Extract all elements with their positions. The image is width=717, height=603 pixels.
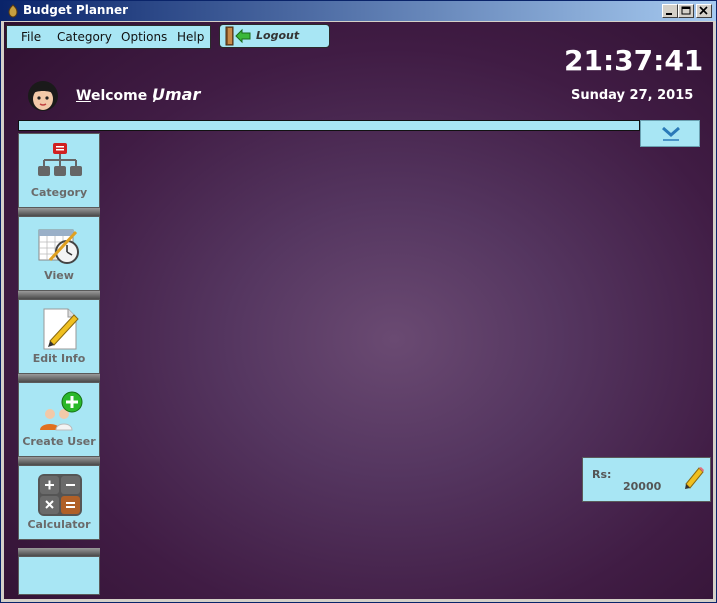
menu-bar: File Category Options Help [6,25,211,49]
calendar-clock-icon [38,229,79,264]
sidebar-item-label: Category [30,186,88,199]
minimize-button[interactable] [662,4,678,18]
sidebar-divider [18,208,100,216]
sidebar-empty-slot [18,556,100,595]
logout-button[interactable]: Logout [219,24,330,48]
clock: 21:37:41 [564,44,704,77]
logout-label: Logout [256,29,300,42]
app-window: Budget Planner File Category Options Hel… [0,0,717,603]
menu-options[interactable]: Options [121,30,167,44]
sidebar-item-view[interactable]: View [18,216,100,291]
sidebar-item-label: Calculator [27,518,91,531]
budget-panel: Rs: 20000 [582,457,711,502]
sidebar-divider [18,374,100,382]
maximize-icon [681,6,691,15]
budget-value: 20000 [623,480,662,493]
sidebar-divider [18,457,100,465]
title-bar[interactable]: Budget Planner [1,1,716,21]
category-icon [38,143,82,176]
window-title: Budget Planner [23,3,129,17]
minimize-icon [666,13,672,15]
menu-file[interactable]: File [21,30,41,44]
app-icon [8,4,18,18]
chevron-down-icon [662,126,680,141]
header-strip [18,120,640,131]
sidebar-divider [18,548,100,556]
calculator-icon [38,474,82,516]
edit-document-icon [43,308,79,350]
sidebar-item-create-user[interactable]: Create User [18,382,100,457]
menu-help[interactable]: Help [177,30,204,44]
sidebar-item-label: View [44,269,74,282]
sidebar-item-category[interactable]: Category [18,133,100,208]
budget-label: Rs: [592,468,612,481]
date-label: Sunday 27, 2015 [571,88,694,103]
main-area: File Category Options Help Logout Welcom… [4,22,713,599]
close-icon [699,6,708,15]
maximize-button[interactable] [678,4,694,18]
menu-category[interactable]: Category [57,30,112,44]
sidebar-item-label: Create User [22,435,96,448]
close-button[interactable] [696,4,712,18]
welcome-label: Welcome , [76,88,158,104]
sidebar-item-calculator[interactable]: Calculator [18,465,100,540]
logout-icon [225,26,251,46]
sidebar: Category View Edit Info Create User Calc… [18,133,100,595]
avatar [28,81,58,111]
expand-button[interactable] [640,120,700,147]
sidebar-item-label: Edit Info [32,352,86,365]
pencil-icon[interactable] [683,465,705,489]
add-user-icon [40,391,83,431]
sidebar-divider [18,291,100,299]
sidebar-item-edit-info[interactable]: Edit Info [18,299,100,374]
username: Umar [152,85,201,104]
